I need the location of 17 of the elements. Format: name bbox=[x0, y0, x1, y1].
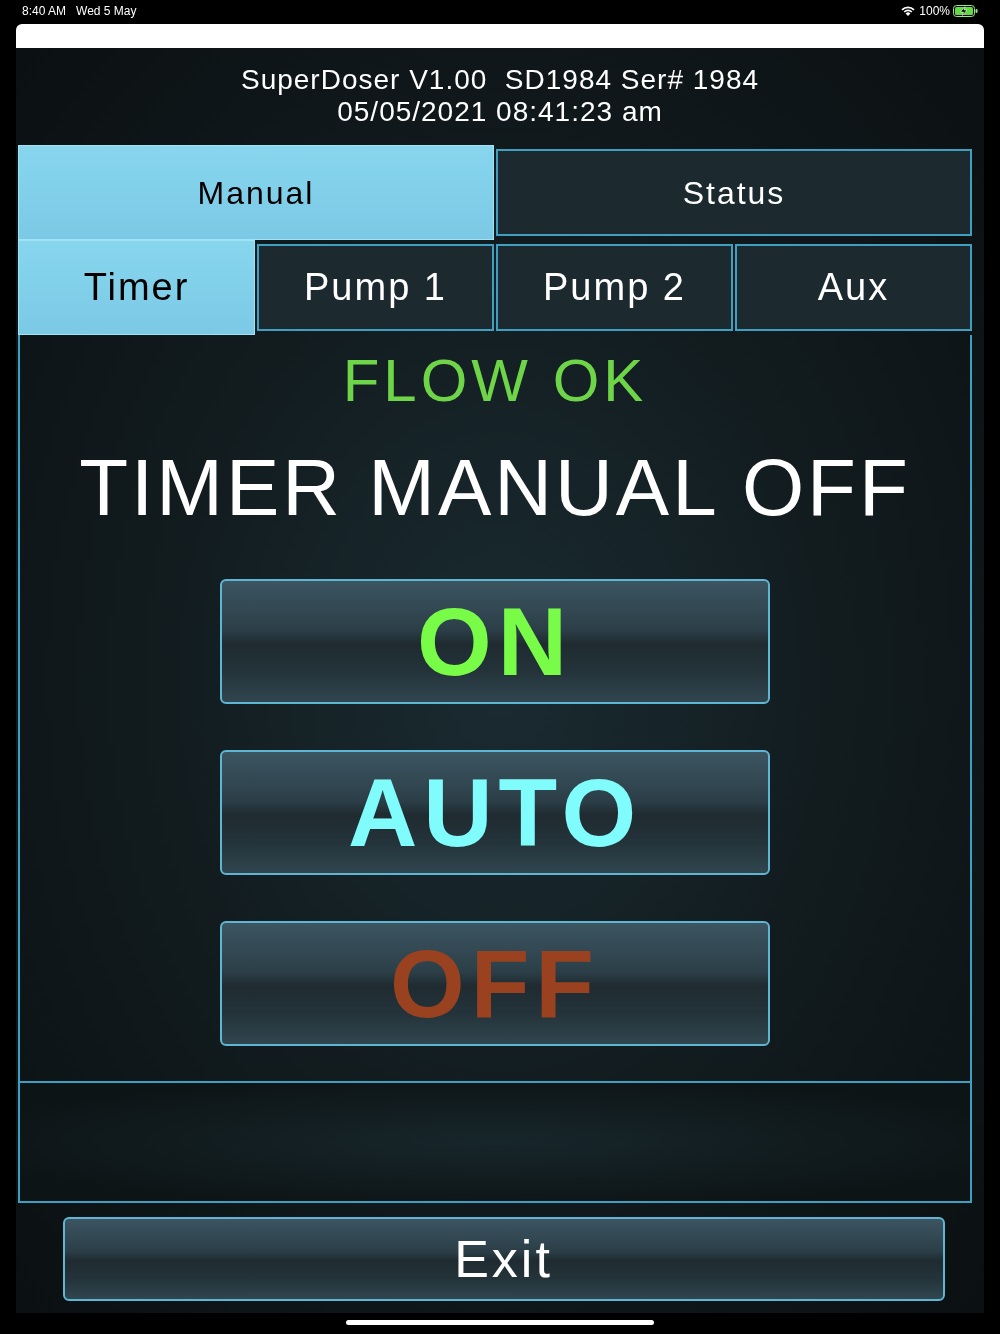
status-date: Wed 5 May bbox=[76, 3, 137, 20]
flow-status: FLOW OK bbox=[342, 347, 648, 415]
battery-percent: 100% bbox=[919, 3, 950, 20]
mode-title: TIMER MANUAL OFF bbox=[79, 445, 911, 531]
device-title: SuperDoser V1.00 SD1984 Ser# 1984 bbox=[240, 64, 760, 96]
sub-tab[interactable]: Pump 2 bbox=[496, 244, 733, 331]
date-time: 05/05/2021 08:41:23 am bbox=[337, 96, 663, 128]
wifi-icon bbox=[901, 6, 916, 16]
tab[interactable]: Manual bbox=[18, 145, 494, 240]
status-time: 8:40 AM bbox=[22, 3, 67, 20]
tab[interactable]: Status bbox=[496, 149, 972, 236]
exit-button[interactable]: Exit bbox=[62, 1217, 945, 1301]
mode-button[interactable]: ON bbox=[220, 579, 770, 704]
sub-tab[interactable]: Pump 1 bbox=[257, 244, 494, 331]
sub-tab[interactable]: Timer bbox=[18, 240, 255, 335]
sub-tab[interactable]: Aux bbox=[735, 244, 972, 331]
mode-button[interactable]: AUTO bbox=[220, 750, 770, 875]
